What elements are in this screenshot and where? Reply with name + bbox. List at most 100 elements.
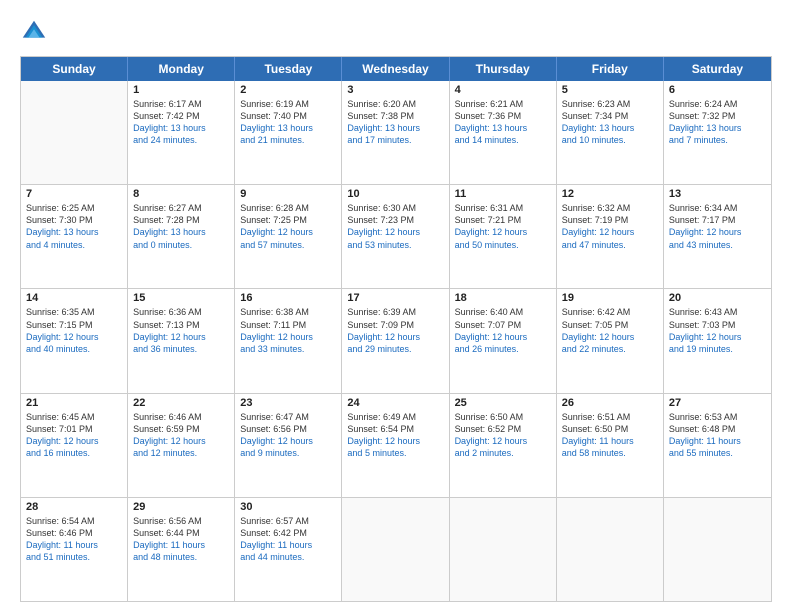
day-number: 24 [347,397,443,409]
day-number: 13 [669,188,766,200]
day-number: 25 [455,397,551,409]
calendar-cell: 15 Sunrise: 6:36 AM Sunset: 7:13 PM Dayli… [128,289,235,392]
calendar-cell: 22 Sunrise: 6:46 AM Sunset: 6:59 PM Dayli… [128,394,235,497]
day-number: 9 [240,188,336,200]
calendar-cell [557,498,664,601]
calendar-header-day: Thursday [450,57,557,81]
calendar-cell [342,498,449,601]
calendar-cell: 14 Sunrise: 6:35 AM Sunset: 7:15 PM Dayli… [21,289,128,392]
calendar-cell: 4 Sunrise: 6:21 AM Sunset: 7:36 PM Daylig… [450,81,557,184]
cell-info: Sunrise: 6:57 AM Sunset: 6:42 PM Dayligh… [240,515,336,564]
calendar-cell: 25 Sunrise: 6:50 AM Sunset: 6:52 PM Dayli… [450,394,557,497]
calendar-cell: 8 Sunrise: 6:27 AM Sunset: 7:28 PM Daylig… [128,185,235,288]
calendar-cell: 1Sunrise: 6:17 AM Sunset: 7:42 PM Daylig… [128,81,235,184]
cell-info: Sunrise: 6:35 AM Sunset: 7:15 PM Dayligh… [26,306,122,355]
cell-info: Sunrise: 6:25 AM Sunset: 7:30 PM Dayligh… [26,202,122,251]
header [20,18,772,46]
cell-info: Sunrise: 6:50 AM Sunset: 6:52 PM Dayligh… [455,411,551,460]
day-number: 26 [562,397,658,409]
calendar-header-day: Wednesday [342,57,449,81]
calendar-cell: 24 Sunrise: 6:49 AM Sunset: 6:54 PM Dayli… [342,394,449,497]
cell-info: Sunrise: 6:17 AM Sunset: 7:42 PM Dayligh… [133,98,229,147]
cell-info: Sunrise: 6:46 AM Sunset: 6:59 PM Dayligh… [133,411,229,460]
calendar: SundayMondayTuesdayWednesdayThursdayFrid… [20,56,772,602]
calendar-cell: 18Sunrise: 6:40 AM Sunset: 7:07 PM Dayli… [450,289,557,392]
cell-info: Sunrise: 6:24 AM Sunset: 7:32 PM Dayligh… [669,98,766,147]
day-number: 14 [26,292,122,304]
day-number: 17 [347,292,443,304]
day-number: 22 [133,397,229,409]
cell-info: Sunrise: 6:45 AM Sunset: 7:01 PM Dayligh… [26,411,122,460]
cell-info: Sunrise: 6:49 AM Sunset: 6:54 PM Dayligh… [347,411,443,460]
calendar-body: 1Sunrise: 6:17 AM Sunset: 7:42 PM Daylig… [21,81,771,601]
calendar-cell: 20 Sunrise: 6:43 AM Sunset: 7:03 PM Dayli… [664,289,771,392]
cell-info: Sunrise: 6:28 AM Sunset: 7:25 PM Dayligh… [240,202,336,251]
day-number: 4 [455,84,551,96]
calendar-header-row: SundayMondayTuesdayWednesdayThursdayFrid… [21,57,771,81]
cell-info: Sunrise: 6:32 AM Sunset: 7:19 PM Dayligh… [562,202,658,251]
day-number: 3 [347,84,443,96]
calendar-week-row: 21 Sunrise: 6:45 AM Sunset: 7:01 PM Dayli… [21,393,771,497]
calendar-cell: 9 Sunrise: 6:28 AM Sunset: 7:25 PM Daylig… [235,185,342,288]
cell-info: Sunrise: 6:54 AM Sunset: 6:46 PM Dayligh… [26,515,122,564]
calendar-cell: 30 Sunrise: 6:57 AM Sunset: 6:42 PM Dayli… [235,498,342,601]
calendar-cell: 28 Sunrise: 6:54 AM Sunset: 6:46 PM Dayli… [21,498,128,601]
day-number: 21 [26,397,122,409]
calendar-week-row: 7 Sunrise: 6:25 AM Sunset: 7:30 PM Daylig… [21,184,771,288]
cell-info: Sunrise: 6:23 AM Sunset: 7:34 PM Dayligh… [562,98,658,147]
calendar-header-day: Tuesday [235,57,342,81]
cell-info: Sunrise: 6:30 AM Sunset: 7:23 PM Dayligh… [347,202,443,251]
calendar-cell: 10 Sunrise: 6:30 AM Sunset: 7:23 PM Dayli… [342,185,449,288]
calendar-cell [21,81,128,184]
cell-info: Sunrise: 6:42 AM Sunset: 7:05 PM Dayligh… [562,306,658,355]
day-number: 10 [347,188,443,200]
calendar-cell: 21 Sunrise: 6:45 AM Sunset: 7:01 PM Dayli… [21,394,128,497]
calendar-header-day: Friday [557,57,664,81]
page: SundayMondayTuesdayWednesdayThursdayFrid… [0,0,792,612]
cell-info: Sunrise: 6:56 AM Sunset: 6:44 PM Dayligh… [133,515,229,564]
calendar-cell: 7 Sunrise: 6:25 AM Sunset: 7:30 PM Daylig… [21,185,128,288]
calendar-header-day: Saturday [664,57,771,81]
calendar-week-row: 14 Sunrise: 6:35 AM Sunset: 7:15 PM Dayli… [21,288,771,392]
day-number: 15 [133,292,229,304]
cell-info: Sunrise: 6:51 AM Sunset: 6:50 PM Dayligh… [562,411,658,460]
day-number: 30 [240,501,336,513]
cell-info: Sunrise: 6:27 AM Sunset: 7:28 PM Dayligh… [133,202,229,251]
calendar-cell: 11Sunrise: 6:31 AM Sunset: 7:21 PM Dayli… [450,185,557,288]
calendar-cell: 16 Sunrise: 6:38 AM Sunset: 7:11 PM Dayli… [235,289,342,392]
calendar-header-day: Sunday [21,57,128,81]
cell-info: Sunrise: 6:53 AM Sunset: 6:48 PM Dayligh… [669,411,766,460]
calendar-cell [450,498,557,601]
cell-info: Sunrise: 6:39 AM Sunset: 7:09 PM Dayligh… [347,306,443,355]
calendar-cell: 12Sunrise: 6:32 AM Sunset: 7:19 PM Dayli… [557,185,664,288]
cell-info: Sunrise: 6:38 AM Sunset: 7:11 PM Dayligh… [240,306,336,355]
day-number: 11 [455,188,551,200]
calendar-cell: 6 Sunrise: 6:24 AM Sunset: 7:32 PM Daylig… [664,81,771,184]
day-number: 19 [562,292,658,304]
cell-info: Sunrise: 6:47 AM Sunset: 6:56 PM Dayligh… [240,411,336,460]
calendar-cell: 13 Sunrise: 6:34 AM Sunset: 7:17 PM Dayli… [664,185,771,288]
day-number: 27 [669,397,766,409]
calendar-week-row: 28 Sunrise: 6:54 AM Sunset: 6:46 PM Dayli… [21,497,771,601]
calendar-cell: 23 Sunrise: 6:47 AM Sunset: 6:56 PM Dayli… [235,394,342,497]
day-number: 23 [240,397,336,409]
cell-info: Sunrise: 6:21 AM Sunset: 7:36 PM Dayligh… [455,98,551,147]
day-number: 28 [26,501,122,513]
day-number: 8 [133,188,229,200]
day-number: 16 [240,292,336,304]
calendar-cell: 26 Sunrise: 6:51 AM Sunset: 6:50 PM Dayli… [557,394,664,497]
calendar-week-row: 1Sunrise: 6:17 AM Sunset: 7:42 PM Daylig… [21,81,771,184]
cell-info: Sunrise: 6:43 AM Sunset: 7:03 PM Dayligh… [669,306,766,355]
cell-info: Sunrise: 6:34 AM Sunset: 7:17 PM Dayligh… [669,202,766,251]
day-number: 18 [455,292,551,304]
calendar-cell [664,498,771,601]
day-number: 20 [669,292,766,304]
day-number: 7 [26,188,122,200]
cell-info: Sunrise: 6:19 AM Sunset: 7:40 PM Dayligh… [240,98,336,147]
cell-info: Sunrise: 6:36 AM Sunset: 7:13 PM Dayligh… [133,306,229,355]
logo-icon [20,18,48,46]
day-number: 29 [133,501,229,513]
day-number: 6 [669,84,766,96]
calendar-cell: 5Sunrise: 6:23 AM Sunset: 7:34 PM Daylig… [557,81,664,184]
logo [20,18,52,46]
